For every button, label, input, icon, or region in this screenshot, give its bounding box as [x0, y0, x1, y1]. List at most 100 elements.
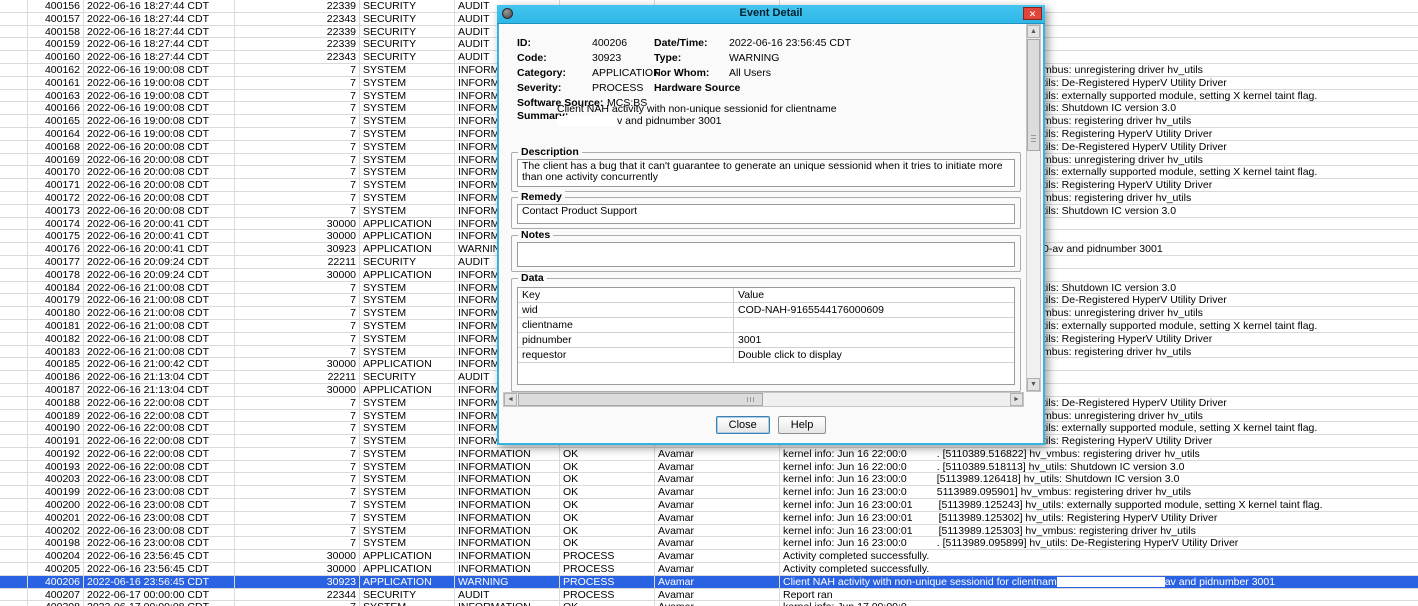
data-table-row[interactable]: pidnumber3001 [518, 333, 1014, 348]
cell-datetime: 2022-06-16 20:09:24 CDT [84, 269, 235, 281]
field-value: PROCESS [592, 82, 643, 94]
cell-datetime: 2022-06-16 19:00:08 CDT [84, 77, 235, 89]
data-header-key: Key [518, 288, 734, 302]
data-table-row[interactable]: clientname [518, 318, 1014, 333]
cell-code: 7 [235, 601, 360, 606]
cell-severity: AUDIT [455, 589, 560, 601]
cell-gutter [0, 576, 28, 588]
cell-id: 400180 [28, 307, 84, 319]
cell-datetime: 2022-06-16 23:00:08 CDT [84, 473, 235, 485]
cell-code: 30000 [235, 384, 360, 396]
description-tail-fragment: [5113989.125243] hv_utils: externally su… [939, 499, 1323, 511]
table-row[interactable]: 4002052022-06-16 23:56:45 CDT30000APPLIC… [0, 563, 1418, 576]
cell-datetime: 2022-06-16 18:27:44 CDT [84, 26, 235, 38]
cell-category: APPLICATION [360, 230, 455, 242]
close-icon[interactable]: ✕ [1023, 7, 1042, 20]
cell-category: SYSTEM [360, 141, 455, 153]
cell-category: SYSTEM [360, 192, 455, 204]
cell-category: SECURITY [360, 13, 455, 25]
table-row[interactable]: 4002072022-06-17 00:00:00 CDT22344SECURI… [0, 589, 1418, 602]
cell-id: 400176 [28, 243, 84, 255]
table-row[interactable]: 4002032022-06-16 23:00:08 CDT7SYSTEMINFO… [0, 473, 1418, 486]
horizontal-scrollbar[interactable]: ◄ ► [503, 392, 1024, 407]
vertical-scrollbar-thumb[interactable] [1027, 39, 1040, 151]
cell-description: kernel info: Jun 17 00:00:0 [780, 601, 1418, 606]
notes-text[interactable] [517, 242, 1015, 267]
cell-code: 7 [235, 192, 360, 204]
table-row[interactable]: 4002022022-06-16 23:00:08 CDT7SYSTEMINFO… [0, 525, 1418, 538]
cell-datetime: 2022-06-16 18:27:44 CDT [84, 38, 235, 50]
table-row[interactable]: 4001992022-06-16 23:00:08 CDT7SYSTEMINFO… [0, 486, 1418, 499]
cell-code: 22211 [235, 256, 360, 268]
remedy-text[interactable]: Contact Product Support [517, 204, 1015, 224]
cell-category: APPLICATION [360, 218, 455, 230]
cell-category: SYSTEM [360, 410, 455, 422]
data-groupbox: Data KeyValuewidCOD-NAH-9165544176000609… [511, 278, 1021, 392]
scroll-left-icon[interactable]: ◄ [504, 393, 517, 406]
cell-id: 400169 [28, 154, 84, 166]
cell-gutter [0, 179, 28, 191]
description-tail-fragment: tils: externally supported module, setti… [1043, 422, 1317, 434]
description-tail-fragment: mbus: unregistering driver hv_utils [1043, 410, 1203, 422]
table-row[interactable]: 4001922022-06-16 22:00:08 CDT7SYSTEMINFO… [0, 448, 1418, 461]
cell-id: 400173 [28, 205, 84, 217]
cell-id: 400189 [28, 410, 84, 422]
scroll-down-icon[interactable]: ▼ [1027, 378, 1040, 391]
cell-code: 7 [235, 294, 360, 306]
cell-gutter [0, 589, 28, 601]
description-tail-fragment: mbus: unregistering driver hv_utils [1043, 64, 1203, 76]
cell-gutter [0, 410, 28, 422]
description-text-fragment: Activity completed successfully. [783, 550, 929, 562]
cell-category: SYSTEM [360, 154, 455, 166]
table-row[interactable]: 4002062022-06-16 23:56:45 CDT30923APPLIC… [0, 576, 1418, 589]
cell-gutter [0, 563, 28, 575]
cell-datetime: 2022-06-16 23:56:45 CDT [84, 550, 235, 562]
cell-gutter [0, 64, 28, 76]
description-label: Description [518, 146, 582, 158]
cell-id: 400157 [28, 13, 84, 25]
table-row[interactable]: 4002012022-06-16 23:00:08 CDT7SYSTEMINFO… [0, 512, 1418, 525]
horizontal-scrollbar-thumb[interactable] [518, 393, 763, 406]
description-tail-fragment: tils: De-Registered HyperV Utility Drive… [1043, 397, 1227, 409]
cell-code: 7 [235, 486, 360, 498]
cell-description: Activity completed successfully. [780, 563, 1418, 575]
vertical-scrollbar[interactable]: ▲ ▼ [1026, 24, 1041, 392]
redaction [907, 462, 937, 472]
table-row[interactable]: 4001982022-06-16 23:00:08 CDT7SYSTEMINFO… [0, 537, 1418, 550]
description-tail-fragment: tils: Registering HyperV Utility Driver [1043, 128, 1212, 140]
cell-datetime: 2022-06-16 21:00:08 CDT [84, 346, 235, 358]
description-tail-fragment: av and pidnumber 3001 [1165, 576, 1275, 588]
cell-source: Avamar [655, 486, 780, 498]
event-detail-dialog: Event Detail ✕ ID:400206Date/Time:2022-0… [497, 5, 1045, 445]
table-row[interactable]: 4002042022-06-16 23:56:45 CDT30000APPLIC… [0, 550, 1418, 563]
cell-gutter [0, 166, 28, 178]
cell-gutter [0, 333, 28, 345]
description-tail-fragment: tils: De-Registered HyperV Utility Drive… [1043, 294, 1227, 306]
close-button[interactable]: Close [716, 416, 770, 434]
cell-status: OK [560, 537, 655, 549]
help-button[interactable]: Help [778, 416, 827, 434]
description-tail-fragment: . [5113989.095899] hv_utils: De-Register… [937, 537, 1239, 549]
remedy-groupbox: Remedy Contact Product Support [511, 197, 1021, 229]
scroll-up-icon[interactable]: ▲ [1027, 25, 1040, 38]
cell-category: SYSTEM [360, 77, 455, 89]
description-text[interactable]: The client has a bug that it can't guara… [517, 159, 1015, 187]
cell-datetime: 2022-06-16 21:13:04 CDT [84, 371, 235, 383]
cell-code: 7 [235, 397, 360, 409]
cell-datetime: 2022-06-16 20:00:41 CDT [84, 243, 235, 255]
data-value: COD-NAH-9165544176000609 [734, 303, 1014, 317]
data-table-row[interactable]: requestorDouble click to display [518, 348, 1014, 363]
table-row[interactable]: 4001932022-06-16 22:00:08 CDT7SYSTEMINFO… [0, 461, 1418, 474]
table-row[interactable]: 4002082022-06-17 00:00:08 CDT7SYSTEMINFO… [0, 601, 1418, 606]
redaction [557, 116, 617, 126]
data-table-row[interactable]: widCOD-NAH-9165544176000609 [518, 303, 1014, 318]
field-label: Severity: [517, 82, 561, 94]
description-text-fragment: kernel info: Jun 16 23:00:0 [783, 537, 907, 549]
scroll-right-icon[interactable]: ► [1010, 393, 1023, 406]
cell-id: 400205 [28, 563, 84, 575]
cell-gutter [0, 51, 28, 63]
table-row[interactable]: 4002002022-06-16 23:00:08 CDT7SYSTEMINFO… [0, 499, 1418, 512]
description-tail-fragment: mbus: unregistering driver hv_utils [1043, 307, 1203, 319]
dialog-titlebar[interactable]: Event Detail ✕ [497, 5, 1045, 24]
cell-code: 7 [235, 499, 360, 511]
